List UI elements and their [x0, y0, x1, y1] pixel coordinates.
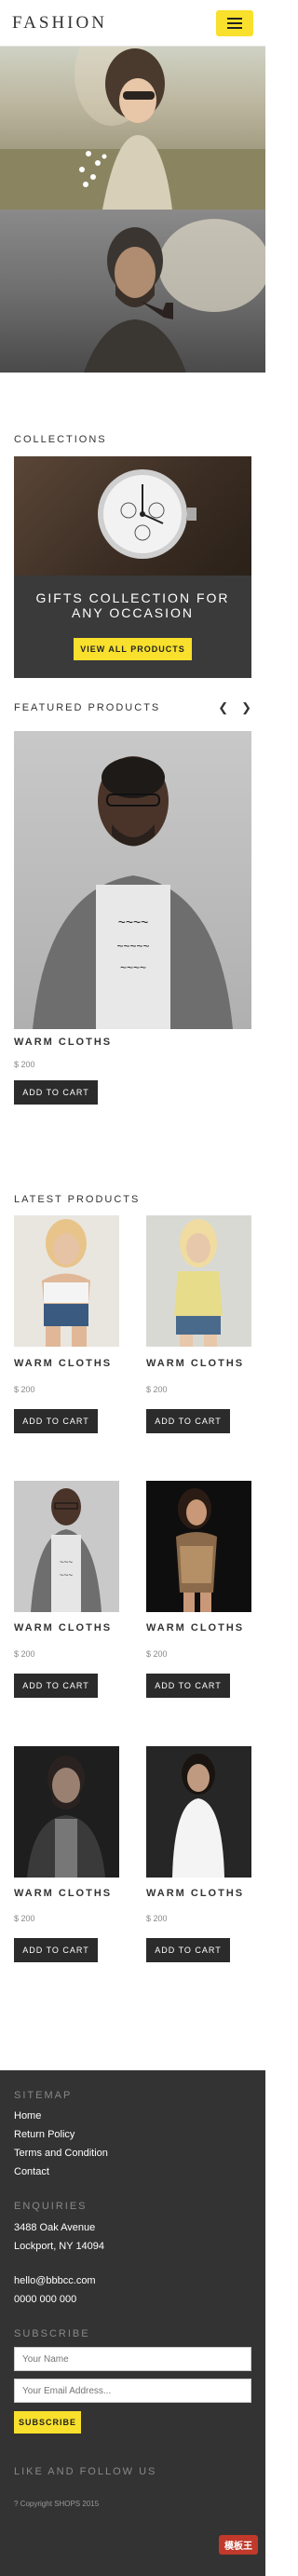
product-image[interactable] [146, 1746, 251, 1878]
product-image[interactable] [146, 1215, 251, 1347]
product-name[interactable]: WARM CLOTHS [146, 1622, 244, 1634]
add-to-cart-button[interactable]: ADD TO CART [14, 1409, 98, 1433]
add-to-cart-button[interactable]: ADD TO CART [146, 1938, 230, 1962]
product-image[interactable] [14, 1746, 119, 1878]
product-price: $ 200 [146, 1385, 168, 1394]
chevron-right-icon[interactable]: ❯ [241, 700, 251, 714]
product-price: $ 200 [146, 1649, 168, 1659]
subscribe-name-input[interactable] [14, 2347, 251, 2371]
hamburger-icon[interactable] [216, 10, 253, 36]
product-price: $ 200 [14, 1649, 35, 1659]
view-all-products-button[interactable]: VIEW ALL PRODUCTS [74, 638, 192, 660]
featured-product-name[interactable]: WARM CLOTHS [14, 1037, 112, 1048]
product-name[interactable]: WARM CLOTHS [146, 1358, 244, 1369]
footer-link-contact[interactable]: Contact [14, 2166, 49, 2177]
product-name[interactable]: WARM CLOTHS [14, 1888, 112, 1899]
svg-text:~~~~: ~~~~ [120, 961, 146, 974]
featured-add-to-cart-button[interactable]: ADD TO CART [14, 1080, 98, 1105]
product-image[interactable] [146, 1481, 251, 1612]
svg-text:~~~~: ~~~~ [118, 915, 149, 929]
footer-link-terms[interactable]: Terms and Condition [14, 2148, 108, 2159]
footer-address-line2: Lockport, NY 14094 [14, 2241, 105, 2252]
site-header: FASHION [0, 0, 265, 47]
chevron-left-icon[interactable]: ❮ [218, 700, 228, 714]
subscribe-heading: SUBSCRIBE [14, 2328, 90, 2339]
add-to-cart-button[interactable]: ADD TO CART [146, 1674, 230, 1698]
product-price: $ 200 [146, 1914, 168, 1923]
add-to-cart-button[interactable]: ADD TO CART [14, 1674, 98, 1698]
footer-email[interactable]: hello@bbbcc.com [14, 2275, 96, 2286]
carousel-nav: ❮ ❯ [205, 700, 251, 715]
product-image[interactable]: ~~~ ~~~ [14, 1481, 119, 1612]
footer-link-home[interactable]: Home [14, 2110, 41, 2122]
copyright-text: ? Copyright SHOPS 2015 [14, 2500, 100, 2508]
footer-address-line1: 3488 Oak Avenue [14, 2222, 96, 2233]
gift-title-line1: GIFTS COLLECTION FOR [35, 590, 230, 605]
svg-text:~~~~~: ~~~~~ [116, 940, 149, 953]
product-name[interactable]: WARM CLOTHS [14, 1622, 112, 1634]
like-follow-heading: LIKE AND FOLLOW US [14, 2466, 157, 2477]
subscribe-email-input[interactable] [14, 2379, 251, 2403]
featured-product-image[interactable]: ~~~~ ~~~~~ ~~~~ [14, 731, 251, 1029]
svg-text:~~~: ~~~ [60, 1571, 73, 1579]
add-to-cart-button[interactable]: ADD TO CART [14, 1938, 98, 1962]
collections-title: COLLECTIONS [14, 434, 107, 445]
enquiries-heading: ENQUIRIES [14, 2201, 88, 2212]
featured-products-title: FEATURED PRODUCTS [14, 702, 161, 713]
watermark-logo: 模板王 [219, 2535, 258, 2555]
product-image[interactable] [14, 1215, 119, 1347]
subscribe-button[interactable]: SUBSCRIBE [14, 2411, 81, 2434]
product-price: $ 200 [14, 1914, 35, 1923]
sitemap-heading: SITEMAP [14, 2090, 73, 2101]
gift-title: GIFTS COLLECTION FOR ANY OCCASION [14, 590, 251, 620]
gift-collection-banner: GIFTS COLLECTION FOR ANY OCCASION VIEW A… [14, 456, 251, 678]
footer-link-return-policy[interactable]: Return Policy [14, 2129, 74, 2140]
featured-product-price: $ 200 [14, 1060, 35, 1069]
add-to-cart-button[interactable]: ADD TO CART [146, 1409, 230, 1433]
product-price: $ 200 [14, 1385, 35, 1394]
watch-image [14, 456, 251, 576]
gift-title-line2: ANY OCCASION [71, 605, 195, 620]
site-logo[interactable]: FASHION [12, 13, 107, 34]
latest-products-title: LATEST PRODUCTS [14, 1194, 141, 1205]
product-name[interactable]: WARM CLOTHS [146, 1888, 244, 1899]
product-name[interactable]: WARM CLOTHS [14, 1358, 112, 1369]
footer-phone: 0000 000 000 [14, 2294, 77, 2305]
hero-image-man [0, 210, 265, 373]
hero-image-woman [0, 47, 265, 210]
svg-text:~~~: ~~~ [60, 1558, 73, 1566]
